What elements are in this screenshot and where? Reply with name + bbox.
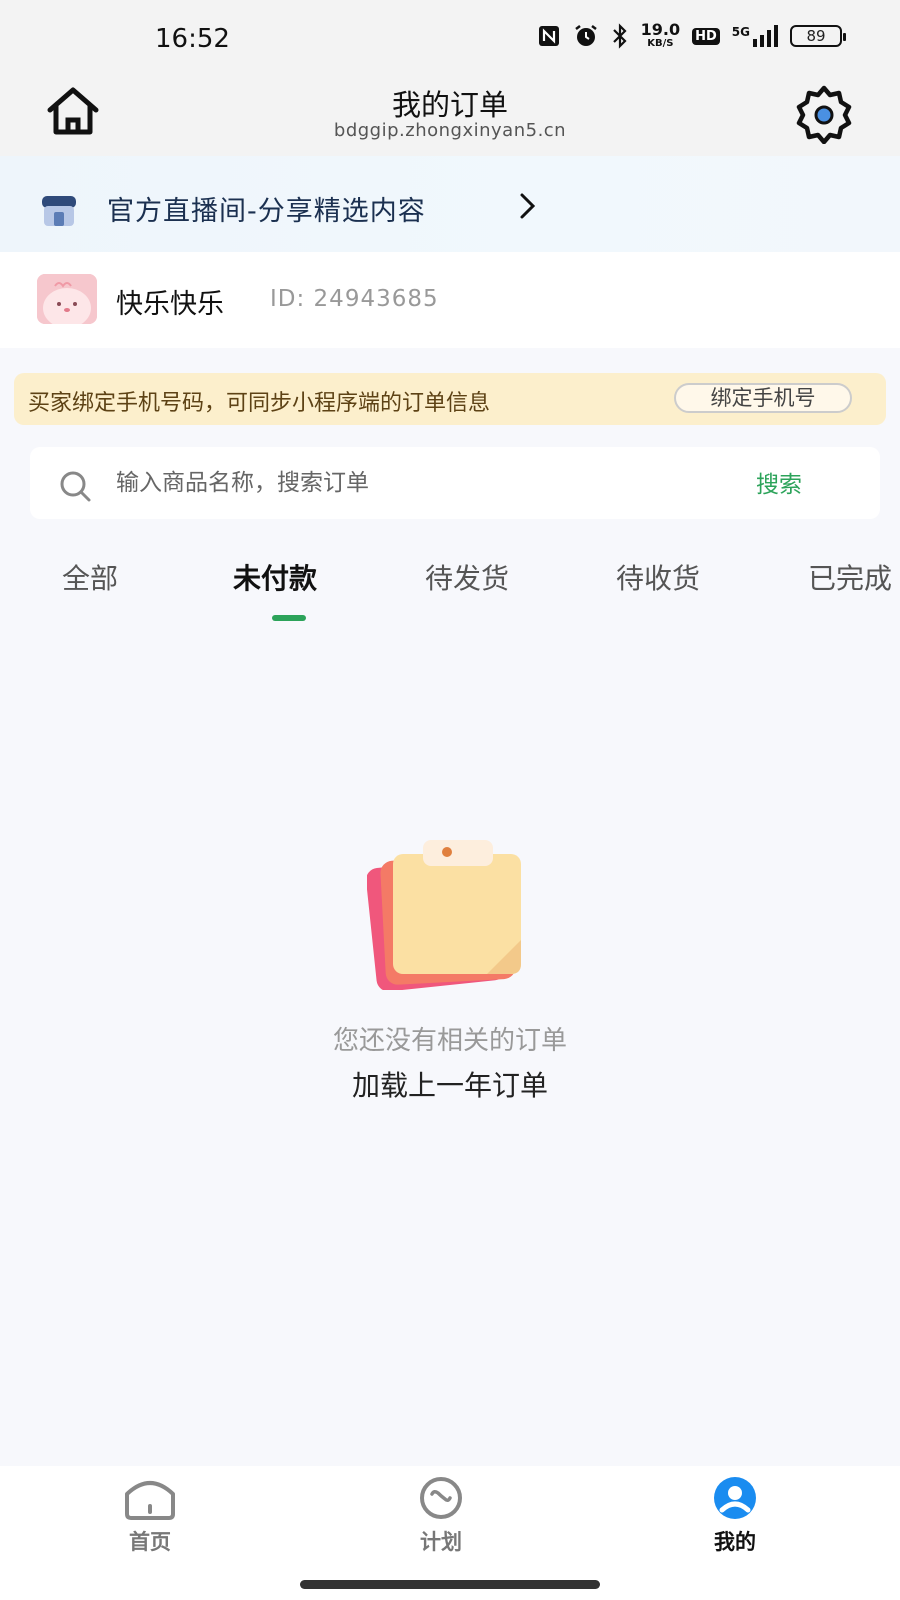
page-title: 我的订单 (391, 88, 508, 122)
active-tab-indicator (272, 615, 306, 621)
user-icon (714, 1477, 756, 1519)
plan-icon (420, 1477, 462, 1519)
search-icon (58, 469, 92, 503)
tab-to-receive[interactable]: 待收货 (616, 557, 700, 597)
bind-phone-button[interactable]: 绑定手机号 (674, 383, 852, 413)
page-url: bdggip.zhongxinyan5.cn (333, 120, 567, 141)
status-icons: 19.0 KB/S HD 5G 89 (537, 22, 846, 50)
nfc-icon (537, 24, 561, 48)
user-id: ID: 24943685 (270, 286, 439, 312)
net-speed: 19.0 KB/S (641, 22, 680, 50)
network-type: 5G (731, 25, 750, 39)
user-name: 快乐快乐 (116, 289, 224, 320)
load-last-year-orders[interactable]: 加载上一年订单 (0, 1064, 900, 1104)
alarm-icon (573, 23, 599, 49)
hd-icon: HD (692, 27, 720, 45)
tab-all[interactable]: 全部 (62, 557, 118, 597)
user-info: 快乐快乐 ID: 24943685 (0, 252, 900, 348)
tabbar-mine-label: 我的 (714, 1530, 756, 1554)
live-room-icon (40, 194, 78, 228)
home-indicator-bar[interactable] (300, 1580, 600, 1589)
tabbar-mine[interactable]: 我的 (675, 1476, 795, 1556)
search-button[interactable]: 搜索 (756, 465, 802, 499)
order-status-tabs: 全部 未付款 待发货 待收货 已完成 (0, 545, 900, 625)
status-bar: 16:52 19.0 KB/S HD 5G 89 (0, 0, 900, 78)
tab-unpaid[interactable]: 未付款 (233, 557, 317, 597)
avatar[interactable] (37, 274, 97, 324)
net-speed-value: 19.0 (640, 20, 681, 39)
bind-phone-notice: 买家绑定手机号码，可同步小程序端的订单信息 绑定手机号 (14, 373, 886, 425)
tabbar-plan[interactable]: 计划 (381, 1476, 501, 1556)
live-room-text: 官方直播间-分享精选内容 (107, 196, 426, 227)
order-search-box: 搜索 (30, 447, 880, 519)
tabbar-plan-label: 计划 (420, 1530, 462, 1554)
status-time: 16:52 (155, 24, 230, 54)
tabbar-home[interactable]: 首页 (90, 1476, 210, 1556)
empty-clipboard-icon (366, 840, 537, 992)
bluetooth-icon (611, 23, 629, 49)
live-room-banner[interactable]: 官方直播间-分享精选内容 (0, 156, 900, 252)
bind-phone-message: 买家绑定手机号码，可同步小程序端的订单信息 (28, 391, 491, 416)
home-icon (125, 1481, 175, 1520)
net-speed-unit: KB/S (647, 38, 674, 49)
signal-5g-icon: 5G (732, 25, 778, 47)
chevron-right-icon (518, 191, 538, 221)
gear-icon[interactable] (792, 84, 856, 145)
tab-to-ship[interactable]: 待发货 (425, 557, 509, 597)
battery-indicator: 89 (790, 25, 846, 47)
tabbar-home-label: 首页 (129, 1530, 171, 1554)
search-input[interactable] (116, 463, 676, 503)
empty-state-message: 您还没有相关的订单 (332, 1026, 567, 1056)
tab-completed[interactable]: 已完成 (808, 557, 892, 597)
nav-bar: 我的订单 bdggip.zhongxinyan5.cn (0, 78, 900, 156)
